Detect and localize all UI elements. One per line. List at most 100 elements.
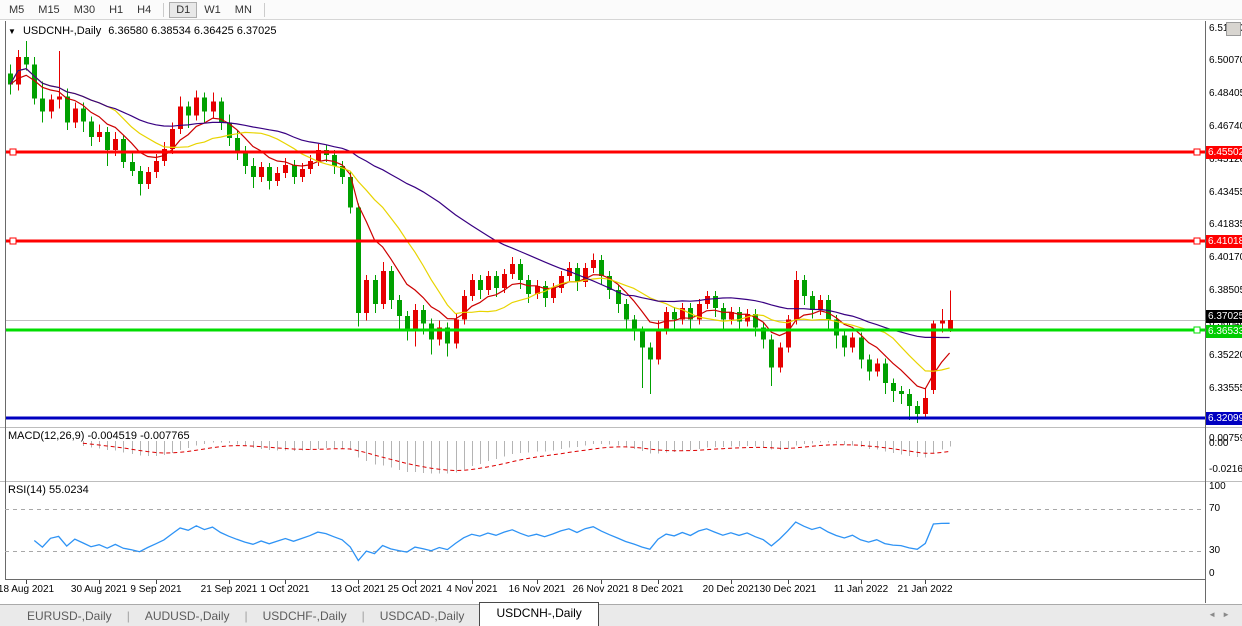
rsi-line xyxy=(34,522,949,560)
candle-bear xyxy=(130,162,135,171)
candle-bull xyxy=(146,172,151,184)
candle-bull xyxy=(113,139,118,150)
candle-bear xyxy=(397,300,402,316)
chart-tab-eurusd[interactable]: EURUSD-,Daily xyxy=(12,606,127,626)
candle-bear xyxy=(648,348,653,360)
candle-bear xyxy=(186,106,191,115)
candle-bull xyxy=(194,97,199,115)
candle-bear xyxy=(89,121,94,137)
candle-bear xyxy=(105,132,110,150)
macd-signal-line xyxy=(83,443,950,470)
candle-bear xyxy=(429,324,434,340)
candle-bull xyxy=(454,320,459,344)
candle-bear xyxy=(753,314,758,328)
candle-bear xyxy=(713,296,718,308)
candle-bear xyxy=(389,271,394,300)
candle-bear xyxy=(40,98,45,111)
candle-bear xyxy=(373,280,378,304)
candle-bull xyxy=(923,398,928,414)
candle-bear xyxy=(526,280,531,294)
candle-bear xyxy=(842,336,847,348)
candle-bear xyxy=(883,363,888,383)
candle-bear xyxy=(518,264,523,280)
line-endpoint-marker[interactable] xyxy=(1194,238,1200,244)
candle-bull xyxy=(211,101,216,111)
chart-tab-usdcad[interactable]: USDCAD-,Daily xyxy=(365,606,480,626)
candle-bull xyxy=(794,280,799,320)
candle-bear xyxy=(494,276,499,288)
candle-bull xyxy=(931,324,936,390)
chart-tab-bar: EURUSD-,Daily|AUDUSD-,Daily|USDCHF-,Dail… xyxy=(0,604,1242,626)
candle-bear xyxy=(867,359,872,371)
candle-bear xyxy=(251,166,256,177)
line-endpoint-marker[interactable] xyxy=(10,238,16,244)
candle-bull xyxy=(57,96,62,99)
chart-tab-usdcnh[interactable]: USDCNH-,Daily xyxy=(479,602,598,626)
candle-bear xyxy=(292,165,297,177)
candle-bear xyxy=(235,138,240,152)
candle-bear xyxy=(672,312,677,320)
candle-bear xyxy=(624,304,629,320)
candle-bull xyxy=(470,280,475,296)
mt4-window: M5M15M30H1H4D1W1MN ▼ USDCNH-,Daily 6.365… xyxy=(0,0,1242,626)
candle-bull xyxy=(940,321,945,324)
tab-scroll-left-icon[interactable]: ◄ xyxy=(1208,610,1222,619)
candle-bear xyxy=(332,155,337,166)
candle-bear xyxy=(24,57,29,65)
candle-bull xyxy=(591,260,596,268)
candle-bull xyxy=(49,99,54,111)
candle-bear xyxy=(721,308,726,320)
tab-scroll-right-icon[interactable]: ► xyxy=(1222,610,1236,619)
candle-bull xyxy=(778,348,783,368)
ma-line-13 xyxy=(10,69,950,372)
candle-bear xyxy=(243,152,248,166)
ma-line-34 xyxy=(10,69,950,338)
candle-bear xyxy=(859,338,864,360)
line-endpoint-marker[interactable] xyxy=(10,149,16,155)
candle-bull xyxy=(259,167,264,177)
candle-bear xyxy=(421,310,426,324)
candle-bear xyxy=(810,296,815,310)
candle-bear xyxy=(802,280,807,296)
candle-bull xyxy=(850,338,855,348)
candle-bull xyxy=(283,165,288,173)
candle-bear xyxy=(915,406,920,414)
tab-scroll-arrows: ◄► xyxy=(1208,610,1236,619)
candle-bull xyxy=(656,330,661,360)
candle-bull xyxy=(97,132,102,137)
candle-bull xyxy=(486,276,491,290)
candle-bull xyxy=(786,320,791,348)
candle-bull xyxy=(154,161,159,172)
line-endpoint-marker[interactable] xyxy=(1194,149,1200,155)
candle-bear xyxy=(81,108,86,121)
candle-bear xyxy=(267,167,272,181)
candle-bear xyxy=(891,383,896,391)
candle-bull xyxy=(948,320,953,329)
candle-bear xyxy=(907,394,912,406)
candle-bear xyxy=(356,208,361,313)
candle-bull xyxy=(551,288,556,298)
candle-bull xyxy=(875,363,880,371)
candle-bull xyxy=(510,264,515,274)
chart-canvas[interactable] xyxy=(0,0,1242,626)
ma-line-8 xyxy=(10,75,950,389)
candle-bear xyxy=(202,97,207,111)
candle-bear xyxy=(769,340,774,368)
candle-bull xyxy=(170,129,175,149)
candle-bull xyxy=(300,169,305,177)
candle-bear xyxy=(640,332,645,348)
chart-tab-audusd[interactable]: AUDUSD-,Daily xyxy=(130,606,245,626)
candle-bull xyxy=(275,173,280,181)
axis-corner-box[interactable] xyxy=(1226,22,1241,36)
candle-bull xyxy=(73,108,78,122)
candle-bull xyxy=(381,271,386,304)
candle-bull xyxy=(502,274,507,288)
candle-bull xyxy=(364,280,369,313)
line-endpoint-marker[interactable] xyxy=(1194,327,1200,333)
candle-bear xyxy=(65,96,70,122)
candle-bull xyxy=(413,310,418,330)
candle-bear xyxy=(405,316,410,330)
candle-bear xyxy=(478,280,483,290)
candle-bear xyxy=(599,260,604,276)
chart-tab-usdchf[interactable]: USDCHF-,Daily xyxy=(248,606,362,626)
